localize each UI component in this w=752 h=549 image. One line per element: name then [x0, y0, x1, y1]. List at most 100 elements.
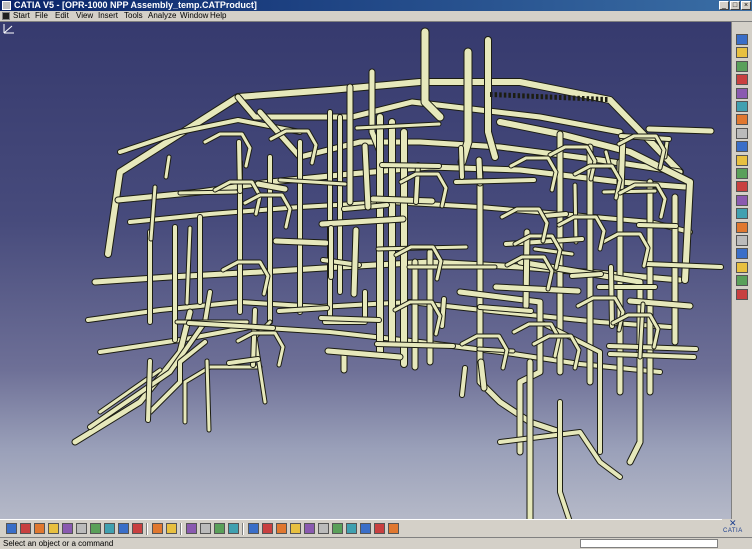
cable-tray-rung [591, 96, 594, 102]
pipe-segment[interactable] [440, 297, 446, 328]
pipe-segment[interactable] [221, 260, 270, 296]
pipe-segment[interactable] [542, 212, 568, 218]
menu-file[interactable]: File [35, 11, 48, 21]
pipe-segment[interactable] [602, 189, 657, 194]
formula-icon[interactable] [166, 523, 177, 534]
pipe-segment[interactable] [205, 359, 211, 432]
menu-window[interactable]: Window [180, 11, 208, 21]
fast-multi-instantiation-icon[interactable] [736, 195, 748, 206]
new-product-icon[interactable] [736, 88, 748, 99]
swap-visible-space-icon[interactable] [388, 523, 399, 534]
3d-viewport[interactable] [0, 22, 731, 519]
pipe-segment[interactable] [183, 365, 262, 424]
pipe-segment[interactable] [570, 272, 603, 278]
menu-start[interactable]: Start [13, 11, 30, 21]
pipe-segment[interactable] [557, 215, 606, 251]
close-button[interactable]: × [741, 1, 751, 10]
undo-icon[interactable] [104, 523, 115, 534]
menu-help[interactable]: Help [210, 11, 226, 21]
new-icon[interactable] [6, 523, 17, 534]
explode-icon[interactable] [736, 248, 748, 259]
zoom-in-icon[interactable] [304, 523, 315, 534]
save-icon[interactable] [34, 523, 45, 534]
new-part-icon[interactable] [736, 101, 748, 112]
pipe-segment[interactable] [459, 146, 464, 179]
pipe-segment[interactable] [203, 132, 252, 168]
sun-icon[interactable] [736, 275, 748, 286]
apply-material-icon[interactable] [228, 523, 239, 534]
catalog-icon[interactable] [152, 523, 163, 534]
measure-icon[interactable] [200, 523, 211, 534]
menu-view[interactable]: View [76, 11, 93, 21]
fit-all-icon[interactable] [262, 523, 273, 534]
pipe-segment[interactable] [375, 342, 455, 348]
menu-analyze[interactable]: Analyze [148, 11, 176, 21]
mass-icon[interactable] [214, 523, 225, 534]
power-input-field[interactable] [580, 539, 718, 548]
existing-component-icon[interactable] [736, 114, 748, 125]
part-design-icon[interactable] [736, 47, 748, 58]
open-icon[interactable] [20, 523, 31, 534]
pipe-segment[interactable] [351, 227, 359, 297]
pipe-segment[interactable] [601, 232, 650, 268]
hide-show-icon[interactable] [374, 523, 385, 534]
manipulation-icon[interactable] [736, 222, 748, 233]
pipe-segment[interactable] [646, 126, 714, 134]
pipe-segment[interactable] [454, 178, 536, 184]
pipe-segment[interactable] [128, 200, 692, 234]
replace-component-icon[interactable] [736, 128, 748, 139]
pipe-segment[interactable] [362, 143, 371, 210]
pan-icon[interactable] [276, 523, 287, 534]
reorder-icon[interactable] [736, 208, 748, 219]
start-icon[interactable] [2, 12, 10, 20]
assembly-icon[interactable] [736, 61, 748, 72]
pipe-segment[interactable] [238, 140, 302, 324]
pipe-segment[interactable] [558, 400, 572, 519]
pipe-segment[interactable] [178, 190, 238, 195]
selective-load-icon[interactable] [736, 168, 748, 179]
graph-tree-icon[interactable] [736, 141, 748, 152]
menu-tools[interactable]: Tools [124, 11, 143, 21]
view-mode-icon[interactable] [360, 523, 371, 534]
pipe-segment[interactable] [328, 110, 342, 324]
menu-edit[interactable]: Edit [55, 11, 69, 21]
pipe-segment[interactable] [370, 196, 435, 204]
pipe-segment[interactable] [637, 223, 678, 228]
normal-view-icon[interactable] [332, 523, 343, 534]
clash-icon[interactable] [736, 289, 748, 300]
pipe-segment[interactable] [523, 229, 530, 309]
toolbar-separator [146, 523, 148, 535]
pipe-segment[interactable] [319, 316, 381, 322]
zoom-out-icon[interactable] [318, 523, 329, 534]
new-component-icon[interactable] [736, 74, 748, 85]
pipe-segment[interactable] [478, 359, 487, 391]
whats-this-icon[interactable] [132, 523, 143, 534]
axis-compass-icon[interactable] [0, 22, 18, 36]
quick-print-icon[interactable] [48, 523, 59, 534]
pipe-segment[interactable] [414, 163, 420, 204]
pipe-segment[interactable] [273, 238, 329, 246]
paste-icon[interactable] [90, 523, 101, 534]
rotate-icon[interactable] [290, 523, 301, 534]
copy-icon[interactable] [76, 523, 87, 534]
menu-insert[interactable]: Insert [98, 11, 118, 21]
fly-mode-icon[interactable] [248, 523, 259, 534]
redo-icon[interactable] [118, 523, 129, 534]
pipe-segment[interactable] [146, 359, 152, 422]
manage-representations-icon[interactable] [736, 181, 748, 192]
pipe-segment[interactable] [325, 348, 403, 360]
knowledge-icon[interactable] [186, 523, 197, 534]
cable-tray-rung [595, 96, 599, 102]
cut-icon[interactable] [62, 523, 73, 534]
catia-app-icon[interactable] [2, 1, 11, 10]
minimize-button[interactable]: _ [719, 1, 729, 10]
pipe-assembly-model[interactable] [0, 22, 731, 519]
sketcher-icon[interactable] [736, 34, 748, 45]
pipe-segment[interactable] [380, 163, 441, 168]
stop-manipulate-icon[interactable] [736, 262, 748, 273]
pipe-segment[interactable] [573, 183, 578, 244]
generate-numbering-icon[interactable] [736, 155, 748, 166]
maximize-button[interactable]: □ [730, 1, 740, 10]
snap-icon[interactable] [736, 235, 748, 246]
quick-view-icon[interactable] [346, 523, 357, 534]
